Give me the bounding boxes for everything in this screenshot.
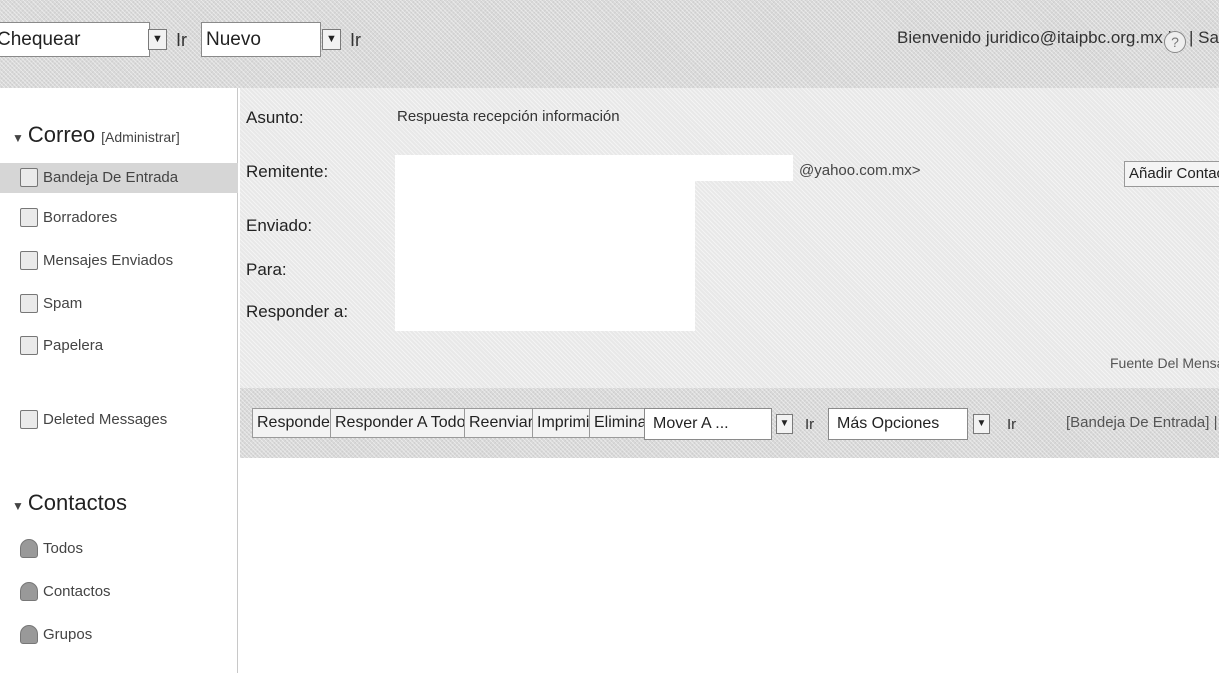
check-select-arrow-icon[interactable]: ▼ bbox=[148, 29, 167, 50]
sidebar-item-label: Mensajes Enviados bbox=[43, 252, 174, 269]
new-go-button[interactable]: Ir bbox=[350, 30, 361, 51]
sidebar-item-sent[interactable]: Mensajes Enviados bbox=[0, 246, 238, 276]
move-go-button[interactable]: Ir bbox=[805, 416, 814, 433]
sidebar-item-label: Spam bbox=[43, 295, 83, 312]
sidebar-item-contacts[interactable]: Contactos bbox=[0, 577, 238, 607]
spam-icon bbox=[20, 294, 38, 313]
contacts-section-header[interactable]: ▼ Contactos bbox=[12, 490, 127, 516]
folder-navigation-link[interactable]: [Bandeja De Entrada] | « bbox=[1066, 414, 1219, 431]
help-icon[interactable]: ? bbox=[1164, 31, 1186, 53]
sidebar: ▼ Correo [Administrar] Bandeja De Entrada … bbox=[0, 88, 238, 673]
reply-button[interactable]: Responder bbox=[252, 408, 341, 438]
sidebar-item-spam[interactable]: Spam bbox=[0, 289, 238, 319]
collapse-triangle-icon[interactable]: ▼ bbox=[12, 131, 24, 145]
message-source-link[interactable]: Fuente Del Mensa bbox=[1110, 355, 1219, 371]
folder-icon bbox=[20, 410, 38, 429]
welcome-text: Bienvenido juridico@itaipbc.org.mx | bbox=[897, 28, 1172, 47]
move-to-arrow-icon[interactable]: ▼ bbox=[776, 414, 793, 434]
more-go-button[interactable]: Ir bbox=[1007, 416, 1016, 433]
new-select-arrow-icon[interactable]: ▼ bbox=[322, 29, 341, 50]
drafts-icon bbox=[20, 208, 38, 227]
inbox-icon bbox=[20, 168, 38, 187]
subject-label: Asunto: bbox=[246, 108, 304, 127]
reply-to-label: Responder a: bbox=[246, 302, 349, 321]
message-header: Asunto: Respuesta recepción información … bbox=[240, 88, 1219, 388]
top-bar: Chequear ▼ Ir Nuevo ▼ Ir Bienvenido juri… bbox=[0, 0, 1219, 88]
sidebar-item-trash[interactable]: Papelera bbox=[0, 331, 238, 361]
contacts-section-title: Contactos bbox=[27, 490, 127, 515]
subject-value: Respuesta recepción información bbox=[397, 108, 620, 125]
more-options-select[interactable]: Más Opciones bbox=[828, 408, 968, 440]
to-label: Para: bbox=[246, 260, 287, 279]
sent-icon bbox=[20, 251, 38, 270]
sidebar-item-drafts[interactable]: Borradores bbox=[0, 203, 238, 233]
sidebar-item-label: Borradores bbox=[43, 209, 118, 226]
mail-section-title: Correo bbox=[27, 122, 96, 147]
move-to-select[interactable]: Mover A ... bbox=[644, 408, 772, 440]
sidebar-item-inbox[interactable]: Bandeja De Entrada bbox=[0, 163, 238, 193]
person-icon bbox=[20, 539, 38, 558]
redacted-area bbox=[695, 155, 793, 181]
add-contact-button[interactable]: Añadir Contact bbox=[1124, 161, 1219, 187]
person-icon bbox=[20, 582, 38, 601]
check-select[interactable]: Chequear bbox=[0, 22, 150, 57]
action-toolbar: Responder Responder A Todos Reenviar Imp… bbox=[240, 388, 1219, 458]
sender-email: @yahoo.com.mx> bbox=[799, 162, 921, 179]
collapse-triangle-icon[interactable]: ▼ bbox=[12, 499, 24, 513]
sidebar-item-label: Bandeja De Entrada bbox=[43, 169, 179, 186]
sidebar-item-groups[interactable]: Grupos bbox=[0, 620, 238, 650]
from-label: Remitente: bbox=[246, 162, 329, 181]
sent-label: Enviado: bbox=[246, 216, 313, 235]
sidebar-item-label: Contactos bbox=[43, 583, 111, 600]
logout-link[interactable]: | Sali bbox=[1189, 28, 1219, 48]
sidebar-item-deleted-messages[interactable]: Deleted Messages bbox=[0, 405, 238, 435]
sidebar-item-label: Deleted Messages bbox=[43, 411, 168, 428]
sidebar-item-label: Papelera bbox=[43, 337, 104, 354]
check-go-button[interactable]: Ir bbox=[176, 30, 187, 51]
sidebar-item-all[interactable]: Todos bbox=[0, 534, 238, 564]
manage-link[interactable]: [Administrar] bbox=[101, 129, 180, 145]
more-options-arrow-icon[interactable]: ▼ bbox=[973, 414, 990, 434]
group-icon bbox=[20, 625, 38, 644]
sidebar-item-label: Todos bbox=[43, 540, 84, 557]
sidebar-item-label: Grupos bbox=[43, 626, 93, 643]
trash-icon bbox=[20, 336, 38, 355]
new-select[interactable]: Nuevo bbox=[201, 22, 321, 57]
redacted-area bbox=[395, 155, 695, 331]
mail-section-header[interactable]: ▼ Correo [Administrar] bbox=[12, 122, 180, 148]
forward-button[interactable]: Reenviar bbox=[464, 408, 539, 438]
reply-all-button[interactable]: Responder A Todos bbox=[330, 408, 479, 438]
